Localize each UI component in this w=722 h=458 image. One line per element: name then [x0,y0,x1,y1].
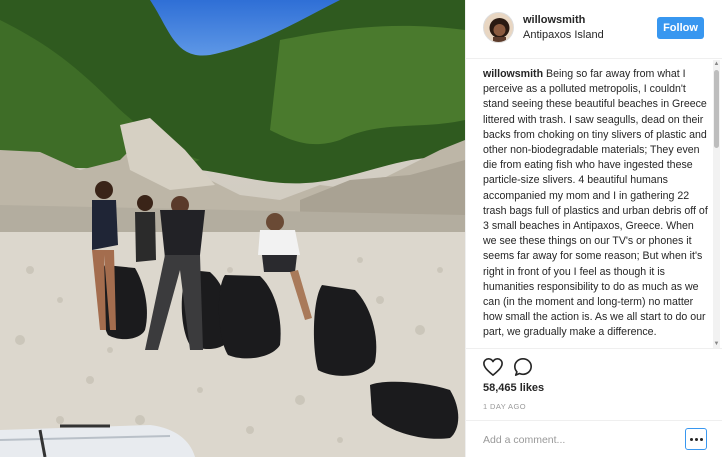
comment-icon[interactable] [513,357,533,377]
beach-cleanup-image [0,0,465,457]
username-link[interactable]: willowsmith [523,14,585,26]
scroll-up-arrow-icon[interactable]: ▲ [713,60,720,68]
avatar[interactable] [483,12,514,43]
post-header: willowsmith Antipaxos Island Follow [466,0,722,59]
post-photo[interactable] [0,0,465,457]
scroll-down-arrow-icon[interactable]: ▼ [713,340,720,348]
instagram-post-window: willowsmith Antipaxos Island Follow will… [0,0,722,457]
more-options-icon-dot [700,438,703,441]
post-side-panel: willowsmith Antipaxos Island Follow will… [465,0,722,457]
scrollbar-thumb[interactable] [714,70,719,148]
action-bar [466,348,722,379]
follow-button[interactable]: Follow [657,17,704,39]
likes-count[interactable]: 58,465 likes [483,382,544,394]
heart-icon[interactable] [482,357,504,377]
user-avatar-icon [484,13,513,42]
more-options-button[interactable] [685,428,707,450]
caption-scrollbar[interactable]: ▲ ▼ [713,60,720,348]
caption: willowsmith Being so far away from what I… [483,67,709,341]
more-options-icon-dot [695,438,698,441]
caption-text: Being so far away from what I perceive a… [483,68,708,339]
comment-bar [466,420,722,458]
post-timestamp[interactable]: 1 DAY AGO [483,402,526,411]
caption-username-link[interactable]: willowsmith [483,68,543,80]
comment-input[interactable] [483,432,663,448]
more-options-icon [690,438,693,441]
location-link[interactable]: Antipaxos Island [523,29,604,41]
caption-container[interactable]: willowsmith Being so far away from what I… [483,67,709,345]
